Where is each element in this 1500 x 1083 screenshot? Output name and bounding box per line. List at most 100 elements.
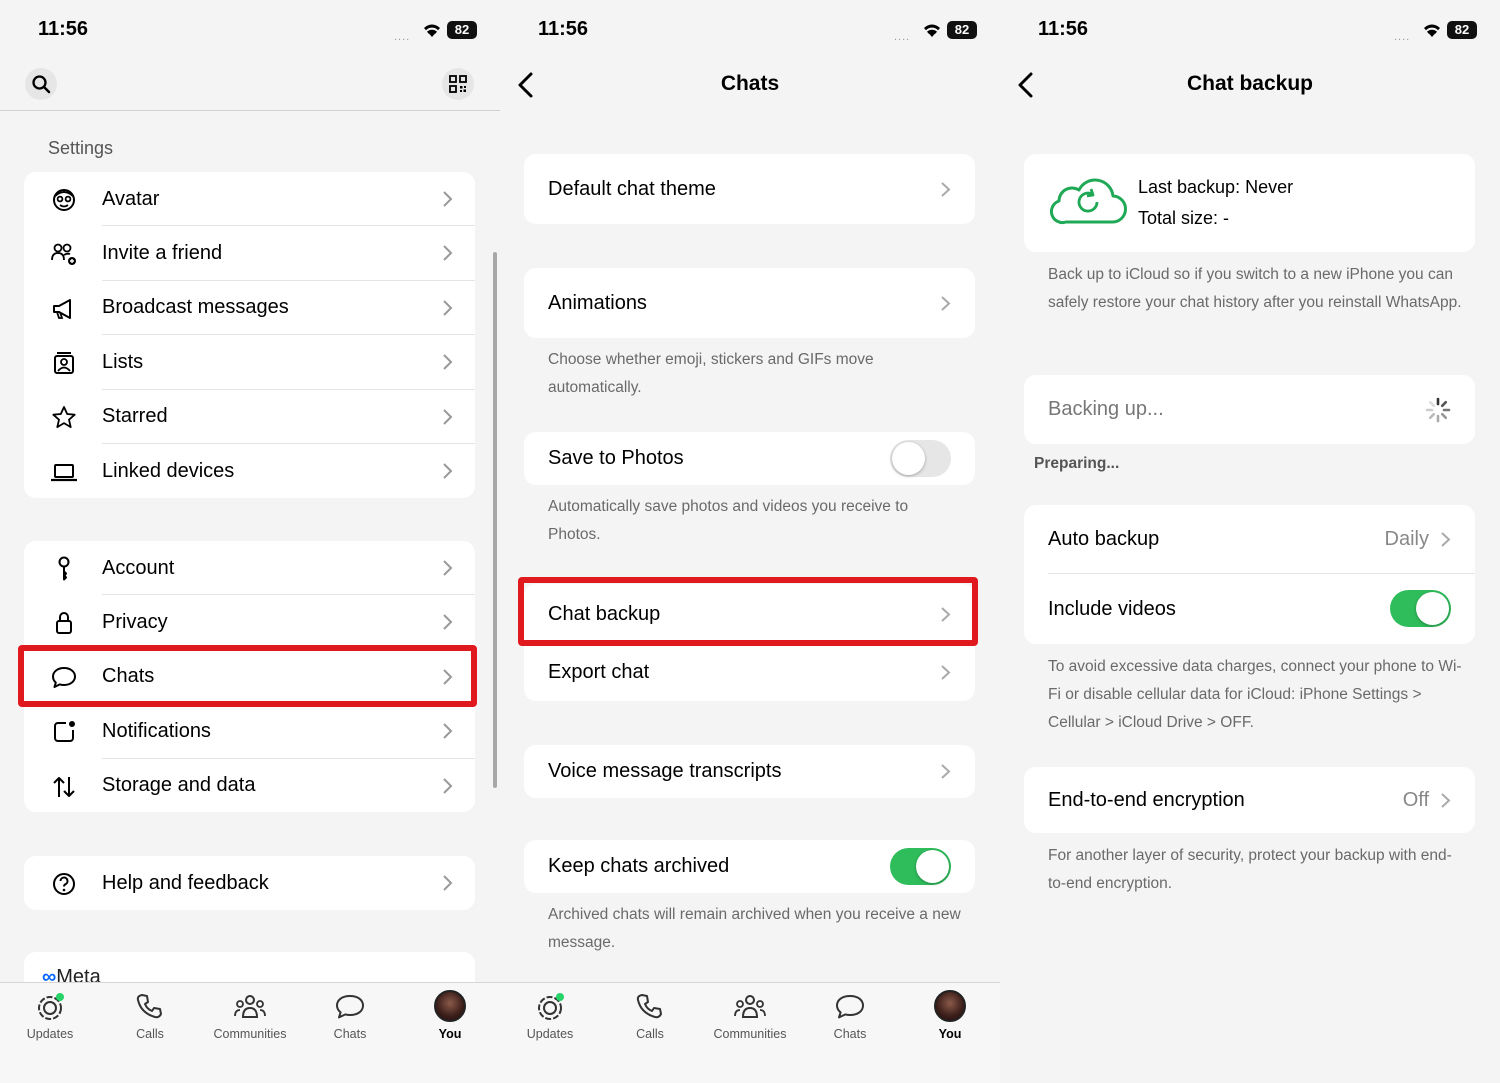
- qr-code-button[interactable]: [442, 68, 474, 100]
- end-to-end-encryption-row[interactable]: End-to-end encryption Off: [1024, 767, 1475, 833]
- tab-you[interactable]: You: [400, 983, 500, 1083]
- tab-communities[interactable]: Communities: [700, 983, 800, 1083]
- export-chat-row[interactable]: Export chat: [524, 644, 975, 701]
- chevron-right-icon: [941, 181, 951, 197]
- animations-note: Choose whether emoji, stickers and GIFs …: [548, 351, 874, 396]
- communities-icon: [234, 995, 266, 1018]
- tab-label: Calls: [136, 1027, 164, 1041]
- settings-item-lists[interactable]: Lists: [24, 335, 475, 390]
- tab-label: Communities: [213, 1027, 287, 1041]
- backup-options-card: Auto backup Daily Include videos: [1024, 505, 1475, 644]
- toggle-knob: [1416, 592, 1449, 625]
- search-icon: [32, 75, 51, 94]
- settings-item-avatar[interactable]: Avatar: [24, 172, 475, 227]
- chevron-right-icon: [443, 245, 453, 262]
- settings-group-1: Avatar Invite a friend Broadcast message…: [24, 172, 475, 498]
- chevron-right-icon: [941, 665, 951, 680]
- phone-icon: [136, 994, 162, 1019]
- row-label: Voice message transcripts: [548, 760, 782, 782]
- settings-item-notifications[interactable]: Notifications: [24, 704, 475, 759]
- chats-settings-screen: 11:56 .... 82 Chats Default chat theme A…: [500, 0, 1000, 1083]
- voice-message-transcripts-row[interactable]: Voice message transcripts: [524, 745, 975, 798]
- tab-label: Calls: [636, 1027, 664, 1041]
- qr-code-icon: [449, 75, 467, 93]
- invite-friend-icon: [51, 243, 76, 266]
- settings-item-label: Account: [102, 556, 175, 579]
- status-bar: 11:56 .... 82: [0, 0, 500, 60]
- chevron-right-icon: [941, 295, 951, 311]
- tab-label: You: [438, 1027, 462, 1041]
- save-to-photos-toggle[interactable]: [890, 440, 951, 477]
- settings-item-help-feedback[interactable]: Help and feedback: [24, 856, 475, 910]
- page-title: Chat backup: [1186, 72, 1314, 95]
- icloud-note: Back up to iCloud so if you switch to a …: [1048, 266, 1462, 311]
- chevron-right-icon: [1441, 532, 1451, 547]
- signal-indicator: ....: [1394, 31, 1411, 43]
- settings-item-privacy[interactable]: Privacy: [24, 595, 475, 650]
- tab-bar: Updates Calls Communities Chats You: [500, 982, 1000, 1083]
- battery-indicator: 82: [947, 21, 977, 39]
- chats-icon: [836, 995, 864, 1019]
- row-label: Backing up...: [1048, 398, 1164, 420]
- keep-chats-archived-row: Keep chats archived: [524, 840, 975, 893]
- encryption-card: End-to-end encryption Off: [1024, 767, 1475, 833]
- lists-icon: [54, 352, 74, 375]
- tab-chats[interactable]: Chats: [300, 983, 400, 1083]
- row-label: Auto backup: [1048, 528, 1160, 550]
- tab-you[interactable]: You: [900, 983, 1000, 1083]
- profile-avatar: [934, 990, 966, 1022]
- settings-item-storage-data[interactable]: Storage and data: [24, 759, 475, 813]
- tab-updates[interactable]: Updates: [500, 983, 600, 1083]
- phone-icon: [636, 994, 662, 1019]
- data-charges-note: To avoid excessive data charges, connect…: [1048, 658, 1462, 731]
- wifi-icon: [1424, 24, 1440, 37]
- include-videos-toggle[interactable]: [1390, 590, 1451, 627]
- voice-transcripts-card: Voice message transcripts: [524, 745, 975, 798]
- encryption-note: For another layer of security, protect y…: [1048, 847, 1452, 892]
- tab-chats[interactable]: Chats: [800, 983, 900, 1083]
- lock-icon: [56, 612, 72, 635]
- tab-label: Updates: [526, 1027, 574, 1041]
- tab-communities[interactable]: Communities: [200, 983, 300, 1083]
- tab-updates[interactable]: Updates: [0, 983, 100, 1083]
- preparing-text: Preparing...: [1034, 455, 1120, 472]
- backing-up-card: Backing up...: [1024, 375, 1475, 444]
- arrows-updown-icon: [53, 776, 75, 797]
- keep-chats-archived-toggle[interactable]: [890, 848, 951, 885]
- scrollbar[interactable]: [493, 252, 497, 788]
- settings-item-account[interactable]: Account: [24, 541, 475, 596]
- animations-row[interactable]: Animations: [524, 268, 975, 338]
- tab-calls[interactable]: Calls: [100, 983, 200, 1083]
- chat-backup-screen: 11:56 .... 82 Chat backup Last backup: N…: [1000, 0, 1500, 1083]
- settings-item-starred[interactable]: Starred: [24, 390, 475, 444]
- save-photos-card: Save to Photos: [524, 432, 975, 485]
- header-divider: [0, 110, 500, 111]
- communities-icon: [734, 995, 766, 1018]
- tab-label: Chats: [333, 1027, 367, 1041]
- keep-archived-card: Keep chats archived: [524, 840, 975, 893]
- toggle-knob: [916, 850, 949, 883]
- status-time: 11:56: [1038, 18, 1089, 40]
- tab-label: Updates: [26, 1027, 74, 1041]
- chevron-right-icon: [443, 300, 453, 316]
- chat-backup-highlight-box: [518, 577, 978, 646]
- signal-indicator: ....: [894, 31, 911, 43]
- tab-bar: Updates Calls Communities Chats You: [0, 982, 500, 1083]
- settings-item-label: Avatar: [102, 187, 160, 210]
- settings-item-linked-devices[interactable]: Linked devices: [24, 444, 475, 498]
- default-chat-theme-row[interactable]: Default chat theme: [524, 154, 975, 224]
- tab-calls[interactable]: Calls: [600, 983, 700, 1083]
- auto-backup-row[interactable]: Auto backup Daily: [1024, 505, 1475, 574]
- battery-indicator: 82: [447, 21, 477, 39]
- settings-item-label: Privacy: [102, 611, 168, 634]
- search-button[interactable]: [25, 68, 57, 100]
- row-label: Save to Photos: [548, 447, 684, 469]
- settings-item-broadcast[interactable]: Broadcast messages: [24, 281, 475, 336]
- page-title: Chats: [720, 72, 780, 95]
- updates-icon: [38, 993, 64, 1020]
- row-label: Default chat theme: [548, 177, 716, 200]
- megaphone-icon: [53, 298, 71, 319]
- status-bar: 11:56 .... 82: [1000, 0, 1500, 60]
- wifi-icon: [924, 24, 940, 37]
- settings-item-invite-friend[interactable]: Invite a friend: [24, 226, 475, 281]
